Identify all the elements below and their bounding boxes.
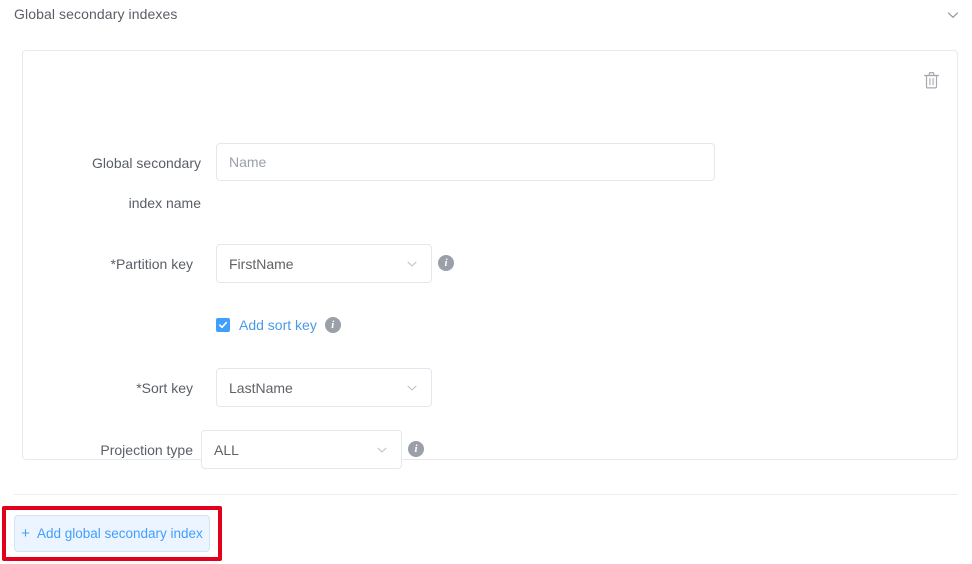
global-secondary-indexes-panel: Global secondary indexes Global secondar… — [0, 0, 972, 564]
partition-key-label-text: Partition key — [115, 256, 193, 272]
plus-icon: + — [21, 525, 30, 542]
page-title: Global secondary indexes — [14, 6, 178, 22]
add-global-secondary-index-button[interactable]: + Add global secondary index — [14, 515, 210, 552]
chevron-down-icon — [375, 443, 389, 457]
projection-type-select[interactable]: ALL — [201, 430, 402, 469]
gsi-name-input[interactable] — [216, 143, 715, 181]
gsi-name-label: Global secondary index name — [41, 143, 201, 223]
footer-divider — [14, 494, 958, 495]
gsi-name-label-line1: Global secondary — [92, 155, 201, 171]
sort-key-label-text: Sort key — [141, 380, 193, 396]
partition-key-label: *Partition key — [41, 244, 194, 284]
partition-key-info-icon[interactable]: i — [438, 255, 454, 271]
gsi-name-label-line2: index name — [128, 195, 201, 211]
sort-key-label: *Sort key — [41, 368, 193, 408]
chevron-down-icon — [405, 381, 419, 395]
add-sort-key-label[interactable]: Add sort key — [239, 317, 317, 333]
partition-key-value: FirstName — [229, 255, 294, 272]
add-global-secondary-index-label: Add global secondary index — [36, 526, 203, 541]
section-header: Global secondary indexes — [0, 0, 972, 28]
add-sort-key-row: Add sort key i — [216, 315, 341, 335]
chevron-down-icon — [405, 257, 419, 271]
projection-type-label: Projection type — [41, 430, 193, 470]
sort-key-select[interactable]: LastName — [216, 368, 432, 407]
projection-type-value: ALL — [214, 441, 239, 458]
chevron-down-icon[interactable] — [944, 6, 962, 24]
trash-icon[interactable] — [920, 69, 942, 91]
projection-type-info-icon[interactable]: i — [408, 441, 424, 457]
sort-key-value: LastName — [229, 379, 293, 396]
add-sort-key-info-icon[interactable]: i — [324, 317, 341, 333]
projection-type-label-text: Projection type — [100, 442, 193, 458]
add-sort-key-checkbox[interactable] — [216, 318, 230, 332]
partition-key-select[interactable]: FirstName — [216, 244, 432, 283]
gsi-index-card: Global secondary index name *Partition k… — [22, 50, 958, 469]
